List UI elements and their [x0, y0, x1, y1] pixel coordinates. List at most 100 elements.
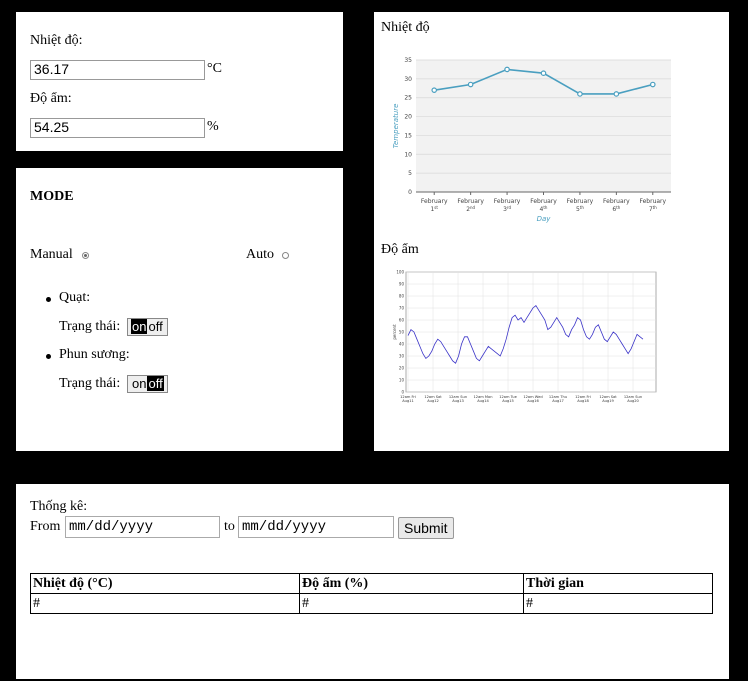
table-cell: # — [299, 593, 524, 614]
table-header-row: Nhiệt độ (°C) Độ ẩm (%) Thời gian — [30, 573, 713, 594]
humidity-chart: 010203040506070809010012am FriAug1112am … — [392, 270, 657, 403]
table-row: # # # — [30, 593, 713, 614]
list-bullet — [46, 297, 51, 302]
y-tick-label: 35 — [404, 57, 412, 64]
x-tick-label: Aug15 — [502, 399, 514, 403]
y-tick-label: 40 — [399, 342, 405, 347]
x-tick-label: February — [457, 198, 484, 205]
mist-status-label: Trạng thái: — [59, 376, 121, 391]
column-header-time: Thời gian — [523, 573, 713, 594]
data-point — [613, 91, 620, 97]
x-tick-label: Aug13 — [452, 399, 464, 403]
y-tick-label: 50 — [399, 330, 405, 335]
x-tick-label: Aug12 — [427, 399, 439, 403]
submit-button[interactable]: Submit — [398, 517, 454, 539]
mist-label: Phun sương: — [59, 347, 130, 362]
temperature-chart-title: Nhiệt độ — [381, 20, 430, 35]
x-tick-label: 7th — [649, 205, 657, 213]
to-label: to — [224, 519, 235, 534]
charts-panel: Nhiệt độ 0 5 10 15 20 25 30 35 Temperature Februa… — [372, 10, 731, 453]
ordinal-suffix: nd — [470, 205, 476, 210]
y-tick-label: 0 — [401, 390, 404, 395]
auto-label: Auto — [246, 247, 274, 262]
temp-field[interactable]: 36.17 — [30, 60, 205, 80]
list-bullet — [46, 354, 51, 359]
y-tick-label: 30 — [404, 76, 412, 83]
x-tick-label: Aug14 — [477, 399, 489, 403]
x-axis-label: Day — [537, 215, 552, 223]
temp-label: Nhiệt độ: — [30, 33, 83, 48]
fan-toggle[interactable]: on off — [127, 318, 168, 336]
from-label: From — [30, 519, 61, 534]
ordinal-suffix: th — [543, 205, 548, 210]
x-tick-label: February — [567, 198, 594, 205]
data-point — [649, 81, 656, 88]
y-tick-label: 10 — [404, 151, 412, 158]
table-cell: # — [30, 593, 300, 614]
fan-off-option[interactable]: off — [147, 319, 163, 334]
ordinal-suffix: th — [616, 205, 621, 210]
y-tick-label: 20 — [399, 366, 405, 371]
sensor-panel: Nhiệt độ: 36.17 °C Độ ẩm: 54.25 % — [14, 10, 345, 153]
humidity-chart-title: Độ ẩm — [381, 242, 419, 257]
y-tick-label: 5 — [408, 170, 412, 177]
x-tick-label: February — [494, 198, 521, 205]
humidity-unit: % — [207, 119, 219, 134]
y-tick-label: 80 — [399, 294, 405, 299]
temperature-chart: 05101520253035TemperatureFebruary1stFebr… — [392, 57, 671, 223]
x-tick-label: Aug16 — [527, 399, 539, 403]
mode-title: MODE — [30, 189, 74, 204]
x-tick-label: Aug11 — [402, 399, 414, 403]
y-tick-label: 20 — [404, 114, 412, 121]
x-tick-label: February — [421, 198, 448, 205]
x-tick-label: 1st — [430, 205, 438, 213]
x-tick-label: February — [530, 198, 557, 205]
humidity-field[interactable]: 54.25 — [30, 118, 205, 138]
y-tick-label: 100 — [396, 270, 404, 275]
data-point — [504, 66, 510, 73]
fan-status-label: Trạng thái: — [59, 319, 121, 334]
data-point — [431, 87, 438, 93]
x-tick-label: February — [639, 198, 666, 205]
stats-table: Nhiệt độ (°C) Độ ẩm (%) Thời gian # # # — [30, 573, 713, 614]
x-tick-label: Aug17 — [552, 399, 564, 403]
fan-on-option[interactable]: on — [131, 319, 148, 334]
column-header-humidity: Độ ẩm (%) — [299, 573, 524, 594]
manual-label: Manual — [30, 247, 73, 262]
y-tick-label: 60 — [399, 318, 405, 323]
y-tick-label: 30 — [399, 354, 405, 359]
mist-off-option[interactable]: off — [147, 376, 164, 391]
plot-area — [416, 60, 671, 192]
mist-toggle[interactable]: on off — [127, 375, 168, 393]
humidity-label: Độ ẩm: — [30, 91, 72, 106]
to-date-input[interactable]: mm/dd/yyyy — [238, 516, 394, 538]
y-tick-label: 70 — [399, 306, 405, 311]
ordinal-suffix: th — [580, 205, 585, 210]
mode-panel: MODE Manual Auto Quạt: Trạng thái: on off… — [14, 166, 345, 453]
x-tick-label: Aug19 — [602, 399, 614, 403]
x-tick-label: February — [603, 198, 630, 205]
auto-radio[interactable] — [282, 252, 289, 259]
temp-unit: °C — [207, 61, 222, 76]
x-tick-label: 6th — [612, 205, 620, 213]
y-axis-label: percent — [392, 324, 397, 340]
x-tick-label: Aug18 — [577, 399, 589, 403]
data-point — [467, 81, 474, 88]
mist-on-option[interactable]: on — [131, 376, 147, 391]
y-axis-label: Temperature — [392, 104, 400, 149]
x-tick-label: 2nd — [466, 205, 475, 213]
from-date-input[interactable]: mm/dd/yyyy — [65, 516, 220, 538]
y-tick-label: 90 — [399, 282, 405, 287]
table-cell: # — [523, 593, 713, 614]
stats-title: Thống kê: — [30, 499, 88, 514]
ordinal-suffix: st — [434, 205, 438, 210]
manual-radio[interactable] — [82, 252, 89, 259]
y-tick-label: 15 — [404, 132, 412, 139]
x-tick-label: 5th — [576, 205, 584, 213]
y-tick-label: 0 — [408, 189, 412, 196]
x-tick-label: 3rd — [503, 205, 511, 213]
data-point — [540, 70, 547, 77]
fan-label: Quạt: — [59, 290, 91, 305]
column-header-temperature: Nhiệt độ (°C) — [30, 573, 300, 594]
ordinal-suffix: th — [653, 205, 658, 210]
